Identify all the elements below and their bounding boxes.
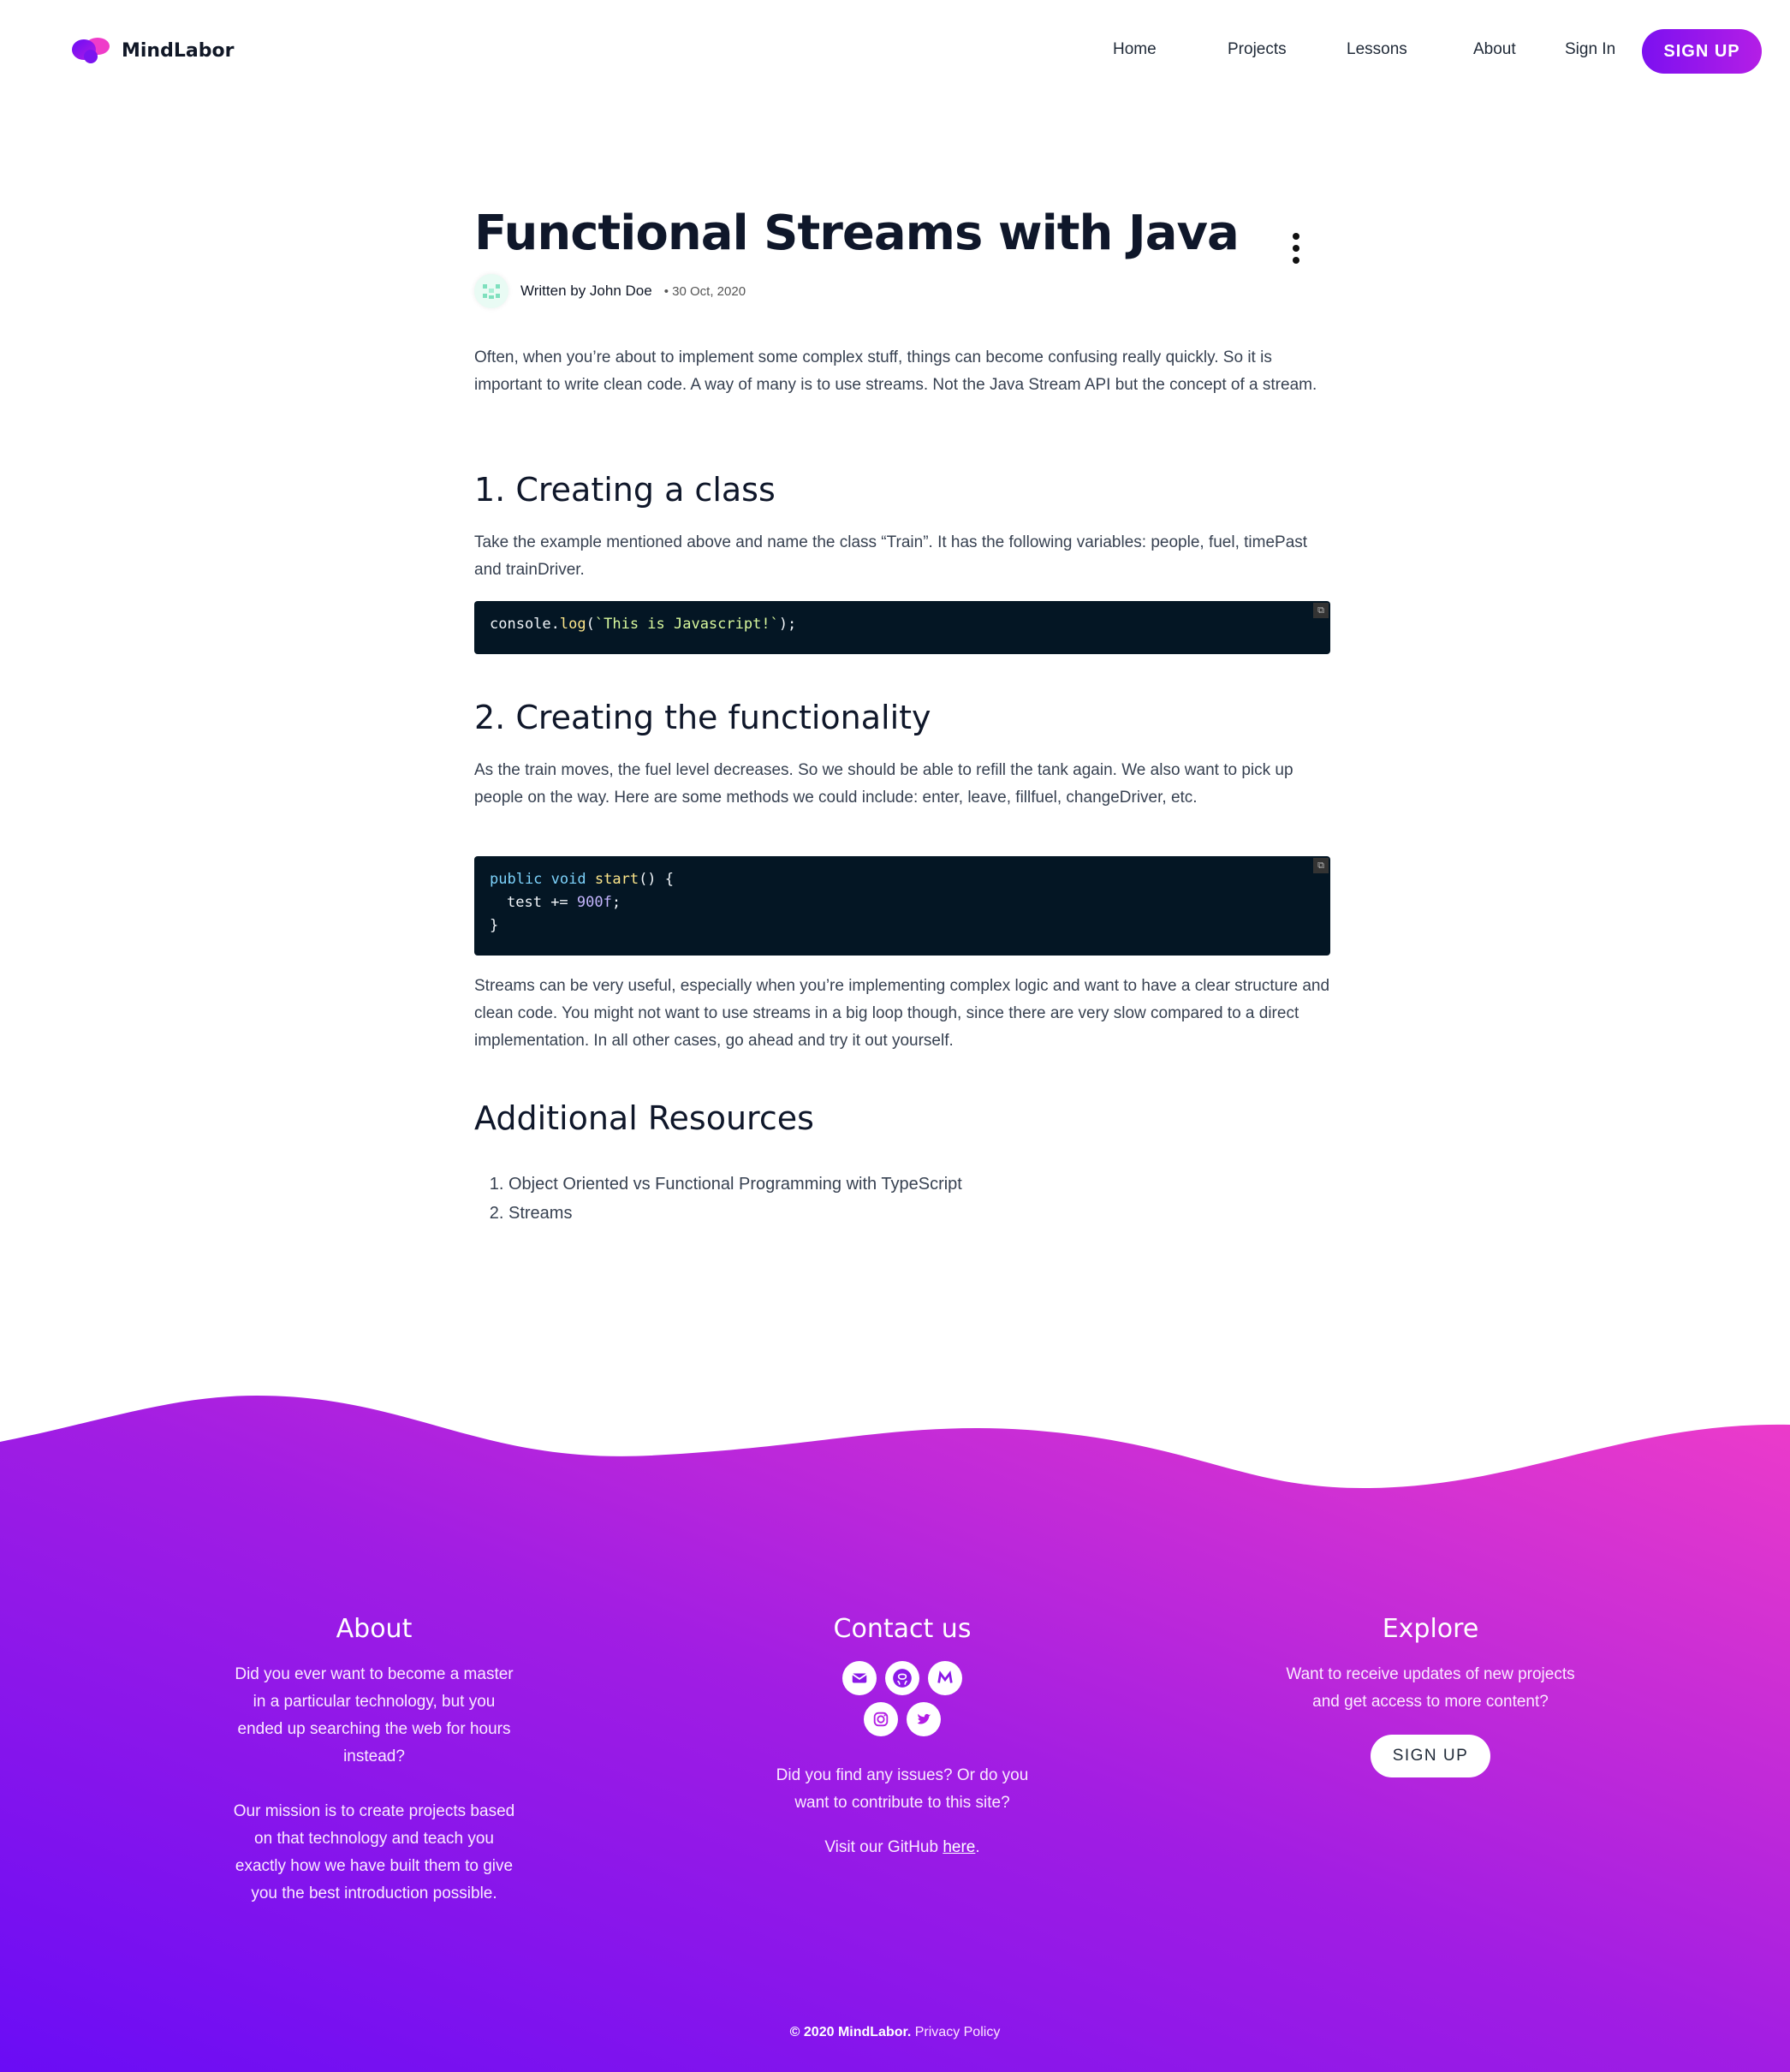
article-title: Functional Streams with Java: [474, 205, 1240, 261]
code-token: +=: [541, 894, 577, 911]
code-token: (: [586, 616, 595, 633]
brand-logo[interactable]: MindLabor: [67, 33, 234, 68]
footer-explore-title: Explore: [1382, 1614, 1479, 1644]
code-token: );: [778, 616, 797, 633]
copy-code-icon[interactable]: ⧉: [1313, 858, 1329, 873]
twitter-icon[interactable]: [907, 1702, 941, 1736]
signin-link[interactable]: Sign In: [1565, 40, 1615, 59]
logo-icon: [72, 38, 110, 63]
code-line: }: [490, 917, 499, 934]
medium-icon[interactable]: [928, 1661, 962, 1695]
footer-contact-title: Contact us: [833, 1614, 972, 1644]
code-block-2: public void start() { test += 900f; } ⧉: [474, 856, 1330, 956]
github-icon[interactable]: [885, 1661, 919, 1695]
mail-icon[interactable]: [842, 1661, 877, 1695]
code-token: 900f: [576, 894, 612, 911]
signup-button[interactable]: SIGN UP: [1642, 29, 1762, 74]
more-options-icon[interactable]: [1287, 233, 1305, 264]
section-2-paragraph: As the train moves, the fuel level decre…: [474, 761, 1293, 807]
resources-heading: Additional Resources: [474, 1099, 814, 1137]
brand-name: MindLabor: [122, 39, 235, 62]
byline: Written by John Doe • 30 Oct, 2020: [474, 274, 746, 308]
copyright: © 2020 MindLabor. Privacy Policy: [0, 2025, 1790, 2040]
code-token: `This is Javascript!`: [594, 616, 779, 633]
section-1-paragraph: Take the example mentioned above and nam…: [474, 533, 1308, 579]
avatar-identicon-icon: [483, 284, 500, 299]
copyright-text: © 2020 MindLabor.: [789, 2025, 912, 2039]
code-token: test: [507, 894, 542, 911]
instagram-icon[interactable]: [864, 1702, 898, 1736]
footer-contact-text: Did you find any issues? Or do you want …: [776, 1766, 1029, 1812]
publish-date: • 30 Oct, 2020: [663, 283, 746, 299]
section-2-heading: 2. Creating the functionality: [474, 699, 931, 736]
code-token: () {: [639, 871, 675, 888]
footer-contact: Contact us Did you find any issues? Or d…: [757, 1614, 1048, 1861]
intro-paragraph: Often, when you’re about to implement so…: [474, 348, 1317, 394]
site-footer: About Did you ever want to become a mast…: [0, 1370, 1790, 2072]
resource-link[interactable]: Object Oriented vs Functional Programmin…: [508, 1170, 1365, 1199]
resource-link[interactable]: Streams: [508, 1199, 1365, 1228]
code-line: test += 900f;: [490, 891, 1315, 914]
footer-about-text-1: Did you ever want to become a master in …: [235, 1665, 514, 1765]
author-name: Written by John Doe: [520, 283, 652, 299]
nav-home[interactable]: Home: [1113, 40, 1157, 59]
github-here-link[interactable]: here: [943, 1838, 975, 1856]
footer-about: About Did you ever want to become a mast…: [229, 1614, 520, 1908]
social-row-2: [757, 1702, 1048, 1736]
code-token: console: [490, 616, 551, 633]
nav-lessons[interactable]: Lessons: [1347, 40, 1407, 59]
code-token: log: [559, 616, 586, 633]
code-token: public: [490, 871, 543, 888]
resources-list: Object Oriented vs Functional Programmin…: [474, 1170, 1365, 1228]
visit-suffix: .: [975, 1838, 980, 1856]
code-token: start: [594, 871, 639, 888]
code-line: public void start() {: [490, 868, 1315, 891]
footer-about-title: About: [336, 1614, 413, 1644]
site-header: MindLabor Home Projects Lessons About Si…: [0, 0, 1790, 103]
footer-explore: Explore Want to receive updates of new p…: [1285, 1614, 1576, 1777]
code-block-1: console.log(`This is Javascript!`); ⧉: [474, 601, 1330, 654]
outro-paragraph: Streams can be very useful, especially w…: [474, 977, 1330, 1050]
footer-visit-github: Visit our GitHub here.: [757, 1834, 1048, 1861]
nav-projects[interactable]: Projects: [1228, 40, 1287, 59]
copy-code-icon[interactable]: ⧉: [1313, 603, 1329, 618]
section-1-heading: 1. Creating a class: [474, 471, 776, 509]
visit-prefix: Visit our GitHub: [824, 1838, 943, 1856]
social-row-1: [757, 1661, 1048, 1695]
code-token: .: [550, 616, 560, 633]
nav-about[interactable]: About: [1473, 40, 1516, 59]
footer-about-text-2: Our mission is to create projects based …: [233, 1802, 515, 1902]
author-avatar: [474, 274, 508, 308]
publish-date-value: 30 Oct, 2020: [672, 283, 746, 299]
code-token: ;: [611, 894, 621, 911]
footer-signup-button[interactable]: SIGN UP: [1371, 1735, 1490, 1777]
privacy-policy-link[interactable]: Privacy Policy: [915, 2025, 1001, 2039]
footer-explore-text: Want to receive updates of new projects …: [1286, 1665, 1575, 1711]
code-token: void: [550, 871, 586, 888]
